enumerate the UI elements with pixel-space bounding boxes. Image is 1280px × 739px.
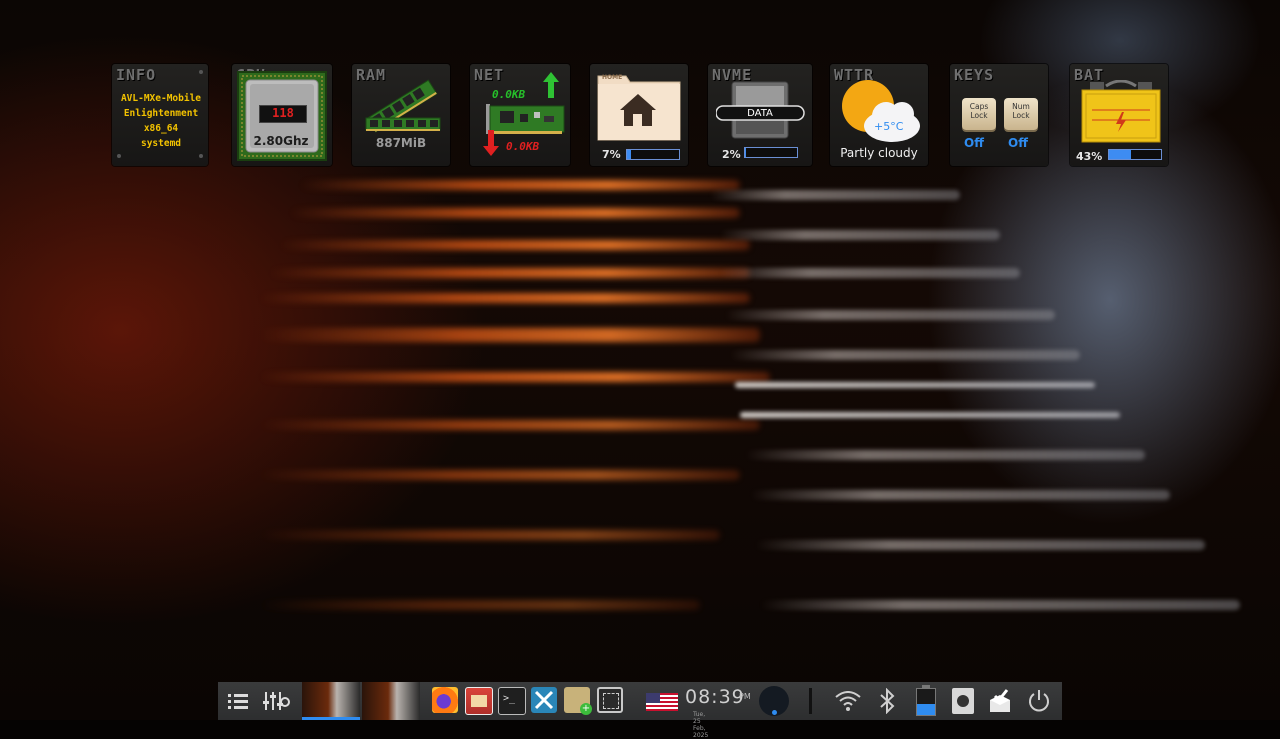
settings-mixer-button[interactable] <box>260 682 290 720</box>
piano-keys-light <box>680 160 1280 720</box>
battery-gadget[interactable]: BAT 43% <box>1070 64 1168 166</box>
app-icon[interactable] <box>465 687 493 715</box>
info-line-host: AVL-MXe-Mobile <box>120 93 202 104</box>
net-title: NET <box>474 66 505 84</box>
cpu-gadget[interactable]: CPU 118 2.80Ghz <box>232 64 332 166</box>
keys-gadget[interactable]: KEYS Caps Lock Num Lock Off Off <box>950 64 1048 166</box>
keys-title: KEYS <box>954 66 995 84</box>
caps-lock-label: Caps Lock <box>969 102 989 120</box>
nvme-usage-bar <box>744 147 798 158</box>
info-line-arch: x86_64 <box>143 123 179 134</box>
car-battery-icon <box>1081 80 1161 143</box>
net-download-rate: 0.0KB <box>506 140 540 153</box>
desktop-2-pager[interactable] <box>362 682 420 720</box>
package-icon[interactable] <box>987 688 1013 714</box>
nvme-gadget[interactable]: NVME DATA 2% <box>708 64 812 166</box>
taskbar: >_ + 08:39 PM Tue, 25 Feb, 2025 <box>218 682 1062 739</box>
drive-label: DATA <box>747 108 773 119</box>
home-usage-percent: 7% <box>602 148 621 161</box>
home-gadget[interactable]: HOME 7% <box>590 64 688 166</box>
battery-icon-fill <box>917 703 935 715</box>
net-upload-rate: 0.0KB <box>492 88 526 101</box>
num-lock-state: Off <box>1008 136 1028 150</box>
ram-usage-value: 887MiB <box>375 136 427 150</box>
nvme-usage-fill <box>745 148 747 157</box>
system-info-text: AVL-MXe-Mobile Enlightenment x86_64 syst… <box>112 91 210 151</box>
home-folder-icon <box>597 75 681 141</box>
settings-tools-icon[interactable] <box>531 687 557 713</box>
cpu-frequency: 2.80Ghz <box>253 134 309 148</box>
terminal-icon[interactable]: >_ <box>498 687 526 715</box>
caps-lock-key: Caps Lock <box>962 98 996 130</box>
battery-icon[interactable] <box>916 685 936 716</box>
cpu-led-display: 118 <box>259 105 307 123</box>
net-gadget[interactable]: NET 0.0KB 0.0KB <box>470 64 570 166</box>
clock-time: 08:39 <box>685 686 745 708</box>
firefox-icon[interactable] <box>432 687 458 713</box>
num-lock-key: Num Lock <box>1004 98 1038 130</box>
download-arrow-icon <box>483 130 499 156</box>
clock-ampm: PM <box>739 692 751 701</box>
ram-module-icon <box>365 79 441 133</box>
home-folder-tab: HOME <box>602 74 623 81</box>
us-flag-icon[interactable] <box>646 693 678 711</box>
menu-icon <box>228 694 248 709</box>
power-icon[interactable] <box>1027 689 1051 713</box>
desktop-1-pager[interactable] <box>302 682 360 720</box>
info-line-init: systemd <box>140 138 182 149</box>
wifi-icon[interactable] <box>835 691 861 711</box>
info-line-wm: Enlightenment <box>123 108 199 119</box>
info-gadget[interactable]: INFO AVL-MXe-Mobile Enlightenment x86_64… <box>112 64 208 166</box>
upload-arrow-icon <box>543 72 559 98</box>
bluetooth-icon[interactable] <box>878 688 896 714</box>
moon-icon[interactable] <box>759 686 789 716</box>
main-menu-button[interactable] <box>224 682 252 720</box>
weather-gadget[interactable]: WTTR +5°C Partly cloudy <box>830 64 928 166</box>
screenshot-icon[interactable] <box>597 687 623 713</box>
caps-lock-state: Off <box>964 136 984 150</box>
num-lock-label: Num Lock <box>1012 102 1030 120</box>
battery-level-bar <box>1108 149 1162 160</box>
mixer-icon <box>263 692 290 710</box>
volume-slider[interactable] <box>809 688 812 714</box>
battery-percent: 43% <box>1076 150 1103 163</box>
home-usage-fill <box>627 150 631 159</box>
drive-icon[interactable] <box>952 688 974 714</box>
weather-condition: Partly cloudy <box>840 146 918 160</box>
partly-cloudy-icon <box>842 80 920 142</box>
nvme-usage-percent: 2% <box>722 148 741 161</box>
installer-icon[interactable]: + <box>564 687 592 715</box>
info-title: INFO <box>116 66 157 84</box>
home-usage-bar <box>626 149 680 160</box>
clock-date: Tue, 25 Feb, 2025 <box>693 711 709 739</box>
battery-level-fill <box>1109 150 1132 159</box>
weather-temperature: +5°C <box>874 120 904 133</box>
ram-gadget[interactable]: RAM 887MiB <box>352 64 450 166</box>
cpu-temp-readout: 118 <box>272 106 294 120</box>
